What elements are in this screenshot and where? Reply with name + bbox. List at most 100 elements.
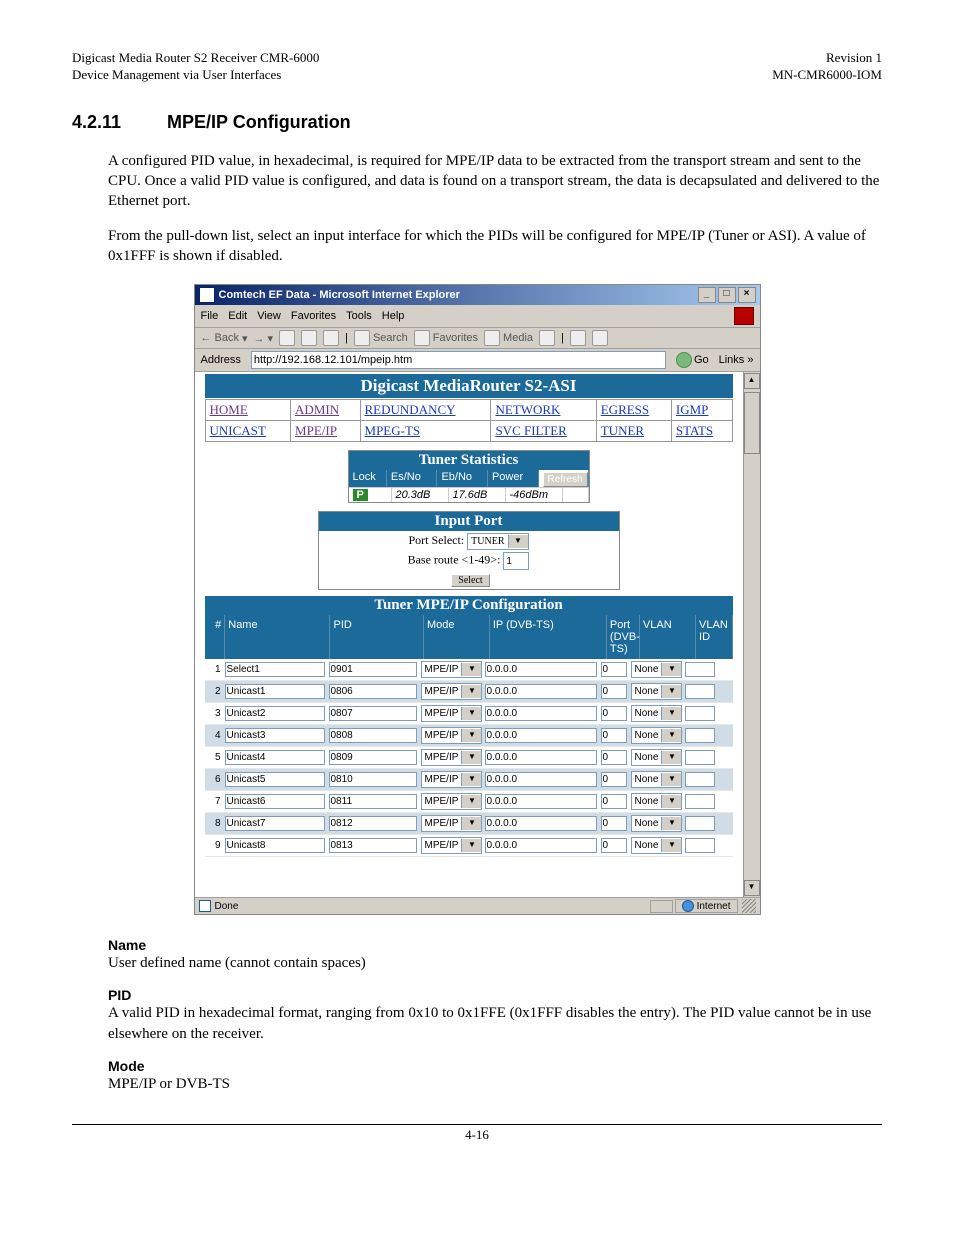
vlanid-input[interactable]: [685, 728, 715, 743]
links-label[interactable]: Links »: [719, 354, 754, 366]
nav-tuner[interactable]: TUNER: [596, 421, 671, 442]
mode-select[interactable]: MPE/IP▼: [421, 815, 483, 832]
port-input[interactable]: [601, 838, 627, 853]
ip-input[interactable]: [485, 750, 597, 765]
restore-button[interactable]: □: [718, 287, 736, 303]
stop-icon[interactable]: [279, 330, 295, 346]
port-select[interactable]: TUNER▼: [467, 533, 528, 550]
vlan-select[interactable]: None▼: [631, 793, 683, 810]
pid-input[interactable]: [329, 838, 417, 853]
menu-help[interactable]: Help: [382, 310, 405, 322]
vlan-select[interactable]: None▼: [631, 749, 683, 766]
pid-input[interactable]: [329, 728, 417, 743]
forward-button[interactable]: → ▾: [254, 332, 274, 345]
base-route-input[interactable]: [503, 552, 529, 570]
name-input[interactable]: [225, 838, 325, 853]
pid-input[interactable]: [329, 794, 417, 809]
nav-igmp[interactable]: IGMP: [671, 400, 732, 421]
back-button[interactable]: ← Back ▾: [201, 332, 248, 345]
close-button[interactable]: ×: [738, 287, 756, 303]
refresh-button[interactable]: Refresh: [543, 472, 588, 487]
mail-icon[interactable]: [570, 330, 586, 346]
ip-input[interactable]: [485, 838, 597, 853]
name-input[interactable]: [225, 772, 325, 787]
vlan-select[interactable]: None▼: [631, 705, 683, 722]
vlanid-input[interactable]: [685, 772, 715, 787]
menu-view[interactable]: View: [257, 310, 281, 322]
port-input[interactable]: [601, 794, 627, 809]
vlanid-input[interactable]: [685, 816, 715, 831]
ip-input[interactable]: [485, 816, 597, 831]
ip-input[interactable]: [485, 706, 597, 721]
port-input[interactable]: [601, 772, 627, 787]
nav-unicast[interactable]: UNICAST: [205, 421, 291, 442]
search-button[interactable]: Search: [354, 330, 408, 346]
print-icon[interactable]: [592, 330, 608, 346]
favorites-button[interactable]: Favorites: [414, 330, 478, 346]
name-input[interactable]: [225, 706, 325, 721]
pid-input[interactable]: [329, 772, 417, 787]
nav-network[interactable]: NETWORK: [491, 400, 596, 421]
ip-input[interactable]: [485, 772, 597, 787]
menu-favorites[interactable]: Favorites: [291, 310, 336, 322]
nav-redundancy[interactable]: REDUNDANCY: [360, 400, 491, 421]
name-input[interactable]: [225, 794, 325, 809]
pid-input[interactable]: [329, 816, 417, 831]
mode-select[interactable]: MPE/IP▼: [421, 749, 483, 766]
nav-mpeip[interactable]: MPE/IP: [291, 421, 360, 442]
port-input[interactable]: [601, 728, 627, 743]
refresh-icon[interactable]: [301, 330, 317, 346]
name-input[interactable]: [225, 662, 325, 677]
mode-select[interactable]: MPE/IP▼: [421, 771, 483, 788]
vlan-select[interactable]: None▼: [631, 815, 683, 832]
media-button[interactable]: Media: [484, 330, 533, 346]
ip-input[interactable]: [485, 794, 597, 809]
history-icon[interactable]: [539, 330, 555, 346]
scrollbar[interactable]: ▲ ▼: [743, 372, 760, 897]
vlanid-input[interactable]: [685, 684, 715, 699]
pid-input[interactable]: [329, 662, 417, 677]
mode-select[interactable]: MPE/IP▼: [421, 837, 483, 854]
pid-input[interactable]: [329, 706, 417, 721]
vlan-select[interactable]: None▼: [631, 837, 683, 854]
ip-input[interactable]: [485, 662, 597, 677]
name-input[interactable]: [225, 684, 325, 699]
mode-select[interactable]: MPE/IP▼: [421, 683, 483, 700]
vlan-select[interactable]: None▼: [631, 771, 683, 788]
nav-admin[interactable]: ADMIN: [291, 400, 360, 421]
ip-input[interactable]: [485, 728, 597, 743]
vlan-select[interactable]: None▼: [631, 661, 683, 678]
nav-svcfilter[interactable]: SVC FILTER: [491, 421, 596, 442]
scroll-up-icon[interactable]: ▲: [744, 373, 760, 389]
nav-stats[interactable]: STATS: [671, 421, 732, 442]
vlanid-input[interactable]: [685, 706, 715, 721]
vlan-select[interactable]: None▼: [631, 683, 683, 700]
address-input[interactable]: [251, 351, 666, 369]
pid-input[interactable]: [329, 750, 417, 765]
mode-select[interactable]: MPE/IP▼: [421, 727, 483, 744]
menu-file[interactable]: File: [201, 310, 219, 322]
mode-select[interactable]: MPE/IP▼: [421, 705, 483, 722]
port-input[interactable]: [601, 684, 627, 699]
menu-edit[interactable]: Edit: [228, 310, 247, 322]
mode-select[interactable]: MPE/IP▼: [421, 661, 483, 678]
name-input[interactable]: [225, 750, 325, 765]
vlanid-input[interactable]: [685, 750, 715, 765]
nav-egress[interactable]: EGRESS: [596, 400, 671, 421]
nav-home[interactable]: HOME: [205, 400, 291, 421]
scroll-thumb[interactable]: [744, 392, 760, 454]
minimize-button[interactable]: _: [698, 287, 716, 303]
menu-tools[interactable]: Tools: [346, 310, 372, 322]
name-input[interactable]: [225, 728, 325, 743]
port-input[interactable]: [601, 706, 627, 721]
ip-input[interactable]: [485, 684, 597, 699]
select-button[interactable]: Select: [451, 574, 489, 587]
port-input[interactable]: [601, 662, 627, 677]
vlanid-input[interactable]: [685, 662, 715, 677]
scroll-down-icon[interactable]: ▼: [744, 880, 760, 896]
home-icon[interactable]: [323, 330, 339, 346]
pid-input[interactable]: [329, 684, 417, 699]
vlanid-input[interactable]: [685, 838, 715, 853]
port-input[interactable]: [601, 750, 627, 765]
name-input[interactable]: [225, 816, 325, 831]
